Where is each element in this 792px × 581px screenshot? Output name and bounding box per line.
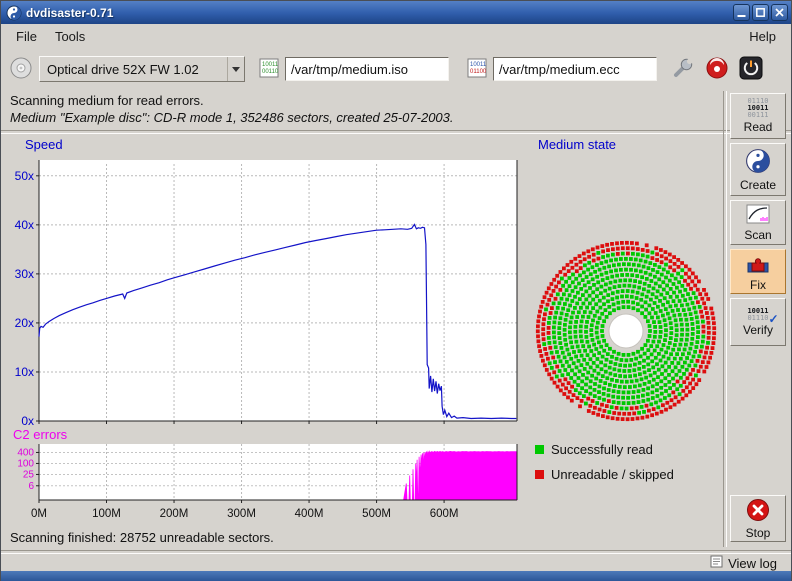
iso-path-input[interactable] bbox=[285, 57, 449, 81]
close-button[interactable] bbox=[771, 4, 788, 21]
stop-icon bbox=[746, 498, 770, 525]
legend-unreadable: Unreadable / skipped bbox=[535, 462, 674, 487]
svg-text:10x: 10x bbox=[15, 365, 34, 379]
sidebar-separator bbox=[723, 91, 727, 547]
dvdisaster-logo-icon bbox=[705, 56, 729, 83]
preferences-button[interactable] bbox=[669, 55, 697, 83]
view-log-button[interactable]: View log bbox=[704, 553, 783, 573]
svg-text:400M: 400M bbox=[295, 508, 324, 520]
about-button[interactable] bbox=[703, 55, 731, 83]
read-button-label: Read bbox=[744, 120, 773, 134]
green-swatch bbox=[535, 445, 544, 454]
create-button[interactable]: Create bbox=[730, 143, 786, 196]
svg-text:0M: 0M bbox=[31, 508, 47, 520]
svg-text:0x: 0x bbox=[21, 414, 34, 426]
ecc-file-button[interactable]: 10011 01100 bbox=[463, 55, 491, 83]
iso-file-button[interactable]: 10011 00110 bbox=[255, 55, 283, 83]
fix-button[interactable]: Fix bbox=[730, 249, 786, 294]
drive-button[interactable] bbox=[7, 55, 35, 83]
iso-file-icon: 10011 00110 bbox=[258, 57, 280, 82]
quit-button[interactable] bbox=[737, 55, 765, 83]
red-swatch bbox=[535, 470, 544, 479]
svg-text:200M: 200M bbox=[160, 508, 189, 520]
separator bbox=[1, 130, 791, 134]
maximize-button[interactable] bbox=[752, 4, 769, 21]
wrench-icon bbox=[671, 56, 695, 83]
app-icon bbox=[6, 5, 22, 21]
speed-chart: 0x 10x 20x 30x 40x 50x bbox=[9, 154, 521, 426]
medium-info: Medium "Example disc": CD-R mode 1, 3524… bbox=[10, 110, 454, 125]
window-title: dvdisaster-0.71 bbox=[26, 6, 113, 20]
svg-text:600M: 600M bbox=[430, 508, 459, 520]
drive-select-value: Optical drive 52X FW 1.02 bbox=[40, 62, 227, 77]
legend-label-read: Successfully read bbox=[551, 442, 653, 457]
medium-state-legend: Successfully read Unreadable / skipped bbox=[535, 437, 674, 487]
log-icon bbox=[710, 555, 723, 571]
read-binary-icon: 011101001100111 bbox=[747, 98, 768, 119]
window-controls bbox=[733, 4, 788, 21]
drive-select[interactable]: Optical drive 52X FW 1.02 bbox=[39, 56, 245, 82]
legend-successfully-read: Successfully read bbox=[535, 437, 674, 462]
svg-text:6: 6 bbox=[28, 481, 34, 492]
svg-text:500M: 500M bbox=[362, 508, 391, 520]
menu-help[interactable]: Help bbox=[740, 27, 785, 46]
medium-state-disc bbox=[528, 233, 724, 429]
toolbar: Optical drive 52X FW 1.02 10011 00110 10… bbox=[1, 48, 791, 90]
minimize-button[interactable] bbox=[733, 4, 750, 21]
svg-text:10011: 10011 bbox=[262, 62, 279, 68]
stop-button-label: Stop bbox=[746, 526, 771, 540]
power-icon bbox=[739, 56, 763, 83]
chevron-down-icon bbox=[227, 57, 244, 81]
check-icon: ✓ bbox=[768, 312, 778, 326]
svg-text:01100: 01100 bbox=[470, 69, 487, 75]
c2-errors-chart: 400100256 0M 100M 200M 300M 400M 500M 600M bbox=[9, 443, 521, 525]
svg-text:50x: 50x bbox=[15, 169, 34, 183]
menu-file[interactable]: File bbox=[7, 27, 46, 46]
menu-tools[interactable]: Tools bbox=[46, 27, 94, 46]
read-button[interactable]: 011101001100111 Read bbox=[730, 93, 786, 139]
separator bbox=[1, 550, 791, 554]
svg-text:10011: 10011 bbox=[470, 62, 487, 68]
optical-drive-icon bbox=[9, 56, 33, 83]
svg-text:20x: 20x bbox=[15, 316, 34, 330]
ecc-path-input[interactable] bbox=[493, 57, 657, 81]
scan-chart-icon bbox=[746, 204, 770, 227]
verify-button[interactable]: 1001101110✓ Verify bbox=[730, 298, 786, 346]
fix-button-label: Fix bbox=[750, 278, 766, 292]
svg-text:300M: 300M bbox=[227, 508, 256, 520]
svg-text:00110: 00110 bbox=[262, 69, 279, 75]
puzzle-piece-icon bbox=[746, 252, 770, 277]
menubar: File Tools Help bbox=[1, 24, 791, 48]
yin-yang-icon bbox=[745, 148, 771, 177]
medium-state-title: Medium state bbox=[538, 137, 616, 152]
stop-button[interactable]: Stop bbox=[730, 495, 786, 542]
verify-binary-icon: 1001101110✓ bbox=[747, 308, 768, 322]
svg-text:100: 100 bbox=[17, 458, 34, 469]
svg-text:400: 400 bbox=[17, 447, 34, 458]
scan-button-label: Scan bbox=[744, 228, 771, 242]
c2-errors-title: C2 errors bbox=[13, 427, 67, 442]
scan-button[interactable]: Scan bbox=[730, 200, 786, 245]
legend-label-unreadable: Unreadable / skipped bbox=[551, 467, 674, 482]
svg-text:40x: 40x bbox=[15, 218, 34, 232]
svg-text:100M: 100M bbox=[92, 508, 121, 520]
svg-text:30x: 30x bbox=[15, 267, 34, 281]
window-bottom-border bbox=[1, 571, 791, 581]
speed-chart-title: Speed bbox=[25, 137, 63, 152]
create-button-label: Create bbox=[740, 178, 776, 192]
scan-result-status: Scanning finished: 28752 unreadable sect… bbox=[10, 530, 274, 545]
titlebar[interactable]: dvdisaster-0.71 bbox=[1, 1, 791, 24]
view-log-label: View log bbox=[728, 556, 777, 571]
svg-text:25: 25 bbox=[23, 469, 35, 480]
status-message: Scanning medium for read errors. bbox=[10, 93, 204, 108]
app-window: dvdisaster-0.71 File Tools Help bbox=[0, 0, 792, 581]
ecc-file-icon: 10011 01100 bbox=[466, 57, 488, 82]
